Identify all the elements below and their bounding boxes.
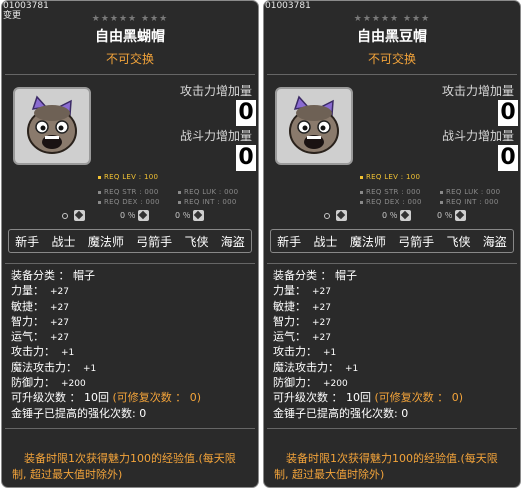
job-archer: 弓箭手: [398, 234, 435, 249]
trade-restriction: 不可交换: [105, 52, 154, 66]
attack-increase-value: 0: [498, 100, 518, 126]
item-id: 01003781: [3, 1, 49, 11]
power-increase-label: 战斗力增加量: [441, 129, 514, 143]
type-indicator-armor: 0 ％: [120, 209, 149, 223]
stat-attack: 攻击力： +1: [11, 345, 75, 359]
armor-type-icon: [399, 210, 411, 221]
stat-magic-attack: 魔法攻击力： +1: [11, 360, 97, 374]
job-pirate: 海盗: [220, 234, 245, 249]
stat-list: 装备分类 ： 帽子 力量： +27 敏捷： +27 智力： +27 运气： +27 攻击…: [273, 268, 516, 421]
armor-type-icon: [137, 210, 149, 221]
power-increase-value: 0: [236, 145, 256, 171]
shield-type-icon: [192, 210, 204, 221]
shield-type-icon: [454, 210, 466, 221]
req-luk: REQ LUK : 000: [440, 188, 500, 196]
divider: [5, 74, 255, 75]
req-level: REQ LEV : 100: [360, 173, 420, 181]
item-name: 自由黑豆帽: [357, 29, 427, 45]
job-magician: 魔法师: [349, 234, 386, 249]
type-indicator-shield: 0 ％: [437, 209, 466, 223]
stat-luk: 运气： +27: [273, 330, 331, 344]
hat-item-icon: [289, 95, 339, 154]
req-level: REQ LEV : 100: [98, 173, 158, 181]
type-indicator-weapon: 0: [324, 209, 347, 223]
item-icon-frame: [275, 87, 353, 165]
weapon-type-icon: [336, 210, 347, 221]
item-tooltip-left: 01003781 变更 ★★★★★ ★★★ 自由黑蝴帽 不可交换 攻击力增加量 …: [1, 0, 259, 488]
hat-item-icon: [27, 95, 77, 154]
divider: [267, 428, 517, 429]
type-indicator-shield: 0 ％: [175, 209, 204, 223]
job-beginner: 新手: [277, 234, 302, 249]
hammer-count: 金锤子已提高的强化次数: 0: [273, 406, 409, 420]
equip-category: 装备分类 ： 帽子: [11, 269, 95, 282]
job-list: 新手 战士 魔法师 弓箭手 飞侠 海盗: [8, 229, 252, 253]
stat-list: 装备分类 ： 帽子 力量： +27 敏捷： +27 智力： +27 运气： +27 攻击…: [11, 268, 254, 421]
job-pirate: 海盗: [482, 234, 507, 249]
divider: [5, 428, 255, 429]
type-indicator-weapon: 0: [62, 209, 85, 223]
req-dex: REQ DEX : 000: [360, 198, 422, 206]
job-thief: 飞侠: [446, 234, 471, 249]
item-id: 01003781: [265, 1, 311, 11]
item-description: 装备时限1次获得魅力100的经验值.(每天限制, 超过最大值时除外): [274, 452, 498, 481]
req-int: REQ INT : 000: [178, 198, 237, 206]
stat-int: 智力： +27: [11, 314, 69, 328]
stat-int: 智力： +27: [273, 314, 331, 328]
req-dex: REQ DEX : 000: [98, 198, 160, 206]
item-tooltip-right: 01003781 ★★★★★ ★★★ 自由黑豆帽 不可交换 攻击力增加量 0 战…: [263, 0, 521, 488]
job-thief: 飞侠: [184, 234, 209, 249]
job-list: 新手 战士 魔法师 弓箭手 飞侠 海盗: [270, 229, 514, 253]
attack-increase-label: 攻击力增加量: [441, 84, 514, 98]
hammer-count: 金锤子已提高的强化次数: 0: [11, 406, 147, 420]
item-icon-frame: [13, 87, 91, 165]
type-indicator-armor: 0 ％: [382, 209, 411, 223]
job-warrior: 战士: [51, 234, 76, 249]
job-beginner: 新手: [15, 234, 40, 249]
job-magician: 魔法师: [87, 234, 124, 249]
req-int: REQ INT : 000: [440, 198, 499, 206]
req-luk: REQ LUK : 000: [178, 188, 238, 196]
attack-increase-value: 0: [236, 100, 256, 126]
stat-str: 力量： +27: [273, 284, 331, 298]
req-str: REQ STR : 000: [360, 188, 421, 196]
star-rating: ★★★★★ ★★★: [353, 14, 431, 24]
upgrade-slots: 可升级次数 ： 10回 (可修复次数 ： 0): [11, 391, 202, 405]
divider: [5, 263, 255, 264]
item-description: 装备时限1次获得魅力100的经验值.(每天限制, 超过最大值时除外): [12, 452, 236, 481]
item-name: 自由黑蝴帽: [95, 29, 165, 45]
equip-category: 装备分类 ： 帽子: [273, 269, 357, 282]
upgrade-slots: 可升级次数 ： 10回 (可修复次数 ： 0): [273, 391, 464, 405]
power-increase-label: 战斗力增加量: [179, 129, 252, 143]
req-str: REQ STR : 000: [98, 188, 159, 196]
star-rating: ★★★★★ ★★★: [91, 14, 169, 24]
stat-dex: 敏捷： +27: [273, 299, 331, 313]
job-warrior: 战士: [313, 234, 338, 249]
stat-attack: 攻击力： +1: [273, 345, 337, 359]
stat-luk: 运气： +27: [11, 330, 69, 344]
stat-magic-attack: 魔法攻击力： +1: [273, 360, 359, 374]
divider: [267, 74, 517, 75]
stat-str: 力量： +27: [11, 284, 69, 298]
divider: [267, 263, 517, 264]
stat-defense: 防御力： +200: [273, 376, 348, 390]
power-increase-value: 0: [498, 145, 518, 171]
weapon-type-icon: [74, 210, 85, 221]
stat-dex: 敏捷： +27: [11, 299, 69, 313]
trade-restriction: 不可交换: [367, 52, 416, 66]
job-archer: 弓箭手: [136, 234, 173, 249]
attack-increase-label: 攻击力增加量: [179, 84, 252, 98]
stat-defense: 防御力： +200: [11, 376, 86, 390]
